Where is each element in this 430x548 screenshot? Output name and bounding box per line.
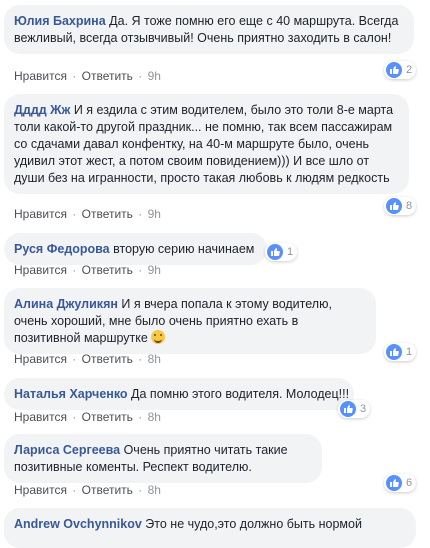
separator: · [72, 410, 77, 424]
comment-actions: Нравится · Ответить · 8h [14, 410, 161, 424]
separator: · [138, 483, 143, 497]
comment-author[interactable]: Наталья Харченко [14, 387, 128, 401]
comment-text: Да помню этого водителя. Молодец!!! [131, 387, 350, 401]
reply-link[interactable]: Ответить [82, 69, 133, 83]
like-reaction-icon [267, 244, 283, 260]
reaction-number: 1 [287, 246, 294, 258]
comment-time[interactable]: 9h [148, 207, 161, 221]
reply-link[interactable]: Ответить [82, 207, 133, 221]
comment-author[interactable]: Руся Федорова [14, 242, 110, 256]
reaction-count[interactable]: 1 [265, 243, 298, 261]
like-link[interactable]: Нравится [14, 483, 67, 497]
comment-author[interactable]: Алина Джуликян [14, 297, 118, 311]
separator: · [72, 483, 77, 497]
reaction-number: 2 [406, 64, 413, 76]
reaction-count[interactable]: 3 [338, 400, 371, 418]
comment-text: вторую серию начинаем [113, 242, 255, 256]
comment-actions: Нравится · Ответить · 8h [14, 352, 161, 366]
separator: · [138, 263, 143, 277]
like-reaction-icon [386, 198, 402, 214]
comment-time[interactable]: 8h [148, 410, 161, 424]
comment-time[interactable]: 9h [148, 263, 161, 277]
comment-time[interactable]: 8h [148, 483, 161, 497]
like-link[interactable]: Нравится [14, 352, 67, 366]
like-link[interactable]: Нравится [14, 69, 67, 83]
reply-link[interactable]: Ответить [82, 263, 133, 277]
comment-time[interactable]: 8h [148, 352, 161, 366]
reaction-number: 1 [406, 346, 413, 358]
separator: · [72, 263, 77, 277]
like-reaction-icon [386, 62, 402, 78]
comment-bubble: Алина Джуликян И я вчера попала к этому … [4, 288, 376, 354]
like-reaction-icon [386, 344, 402, 360]
reaction-number: 6 [406, 477, 413, 489]
reaction-count[interactable]: 6 [384, 474, 417, 492]
reply-link[interactable]: Ответить [82, 352, 133, 366]
like-link[interactable]: Нравится [14, 207, 67, 221]
like-link[interactable]: Нравится [14, 410, 67, 424]
separator: · [72, 69, 77, 83]
reaction-count[interactable]: 1 [384, 343, 417, 361]
separator: · [72, 352, 77, 366]
comment-bubble: Дддд Жж И я ездила с этим водителем, был… [4, 94, 409, 194]
comment-author[interactable]: Дддд Жж [14, 103, 70, 117]
comment-bubble: Наталья Харченко Да помню этого водителя… [4, 378, 354, 410]
comment-text: И я ездила с этим водителем, было это то… [14, 103, 394, 185]
comment-actions: Нравится · Ответить · 9h [14, 207, 161, 221]
reply-link[interactable]: Ответить [82, 483, 133, 497]
reaction-count[interactable]: 2 [384, 61, 417, 79]
comment-bubble: Руся Федорова вторую серию начинаем [4, 233, 267, 265]
comment-bubble: Юлия Бахрина Да. Я тоже помню его еще с … [4, 5, 414, 54]
separator: · [138, 207, 143, 221]
reaction-number: 3 [360, 403, 367, 415]
separator: · [138, 352, 143, 366]
comment-bubble: Andrew Ovchynnikov Это не чудо,это должн… [4, 508, 416, 548]
separator: · [72, 207, 77, 221]
comment-actions: Нравится · Ответить · 9h [14, 263, 161, 277]
comment-author[interactable]: Andrew Ovchynnikov [14, 517, 142, 531]
separator: · [138, 69, 143, 83]
separator: · [138, 410, 143, 424]
reaction-count[interactable]: 8 [384, 197, 417, 215]
comment-time[interactable]: 9h [148, 69, 161, 83]
reply-link[interactable]: Ответить [82, 410, 133, 424]
smile-emoji-icon [151, 330, 166, 344]
comment-author[interactable]: Юлия Бахрина [14, 14, 106, 28]
comment-text: Это не чудо,это должно быть нормой [145, 517, 362, 531]
comment-bubble: Лариса Сергеева Очень приятно читать так… [4, 434, 322, 483]
like-reaction-icon [386, 475, 402, 491]
reaction-number: 8 [406, 200, 413, 212]
comment-actions: Нравится · Ответить · 9h [14, 69, 161, 83]
comment-author[interactable]: Лариса Сергеева [14, 443, 120, 457]
like-reaction-icon [340, 401, 356, 417]
like-link[interactable]: Нравится [14, 263, 67, 277]
comment-actions: Нравится · Ответить · 8h [14, 483, 161, 497]
